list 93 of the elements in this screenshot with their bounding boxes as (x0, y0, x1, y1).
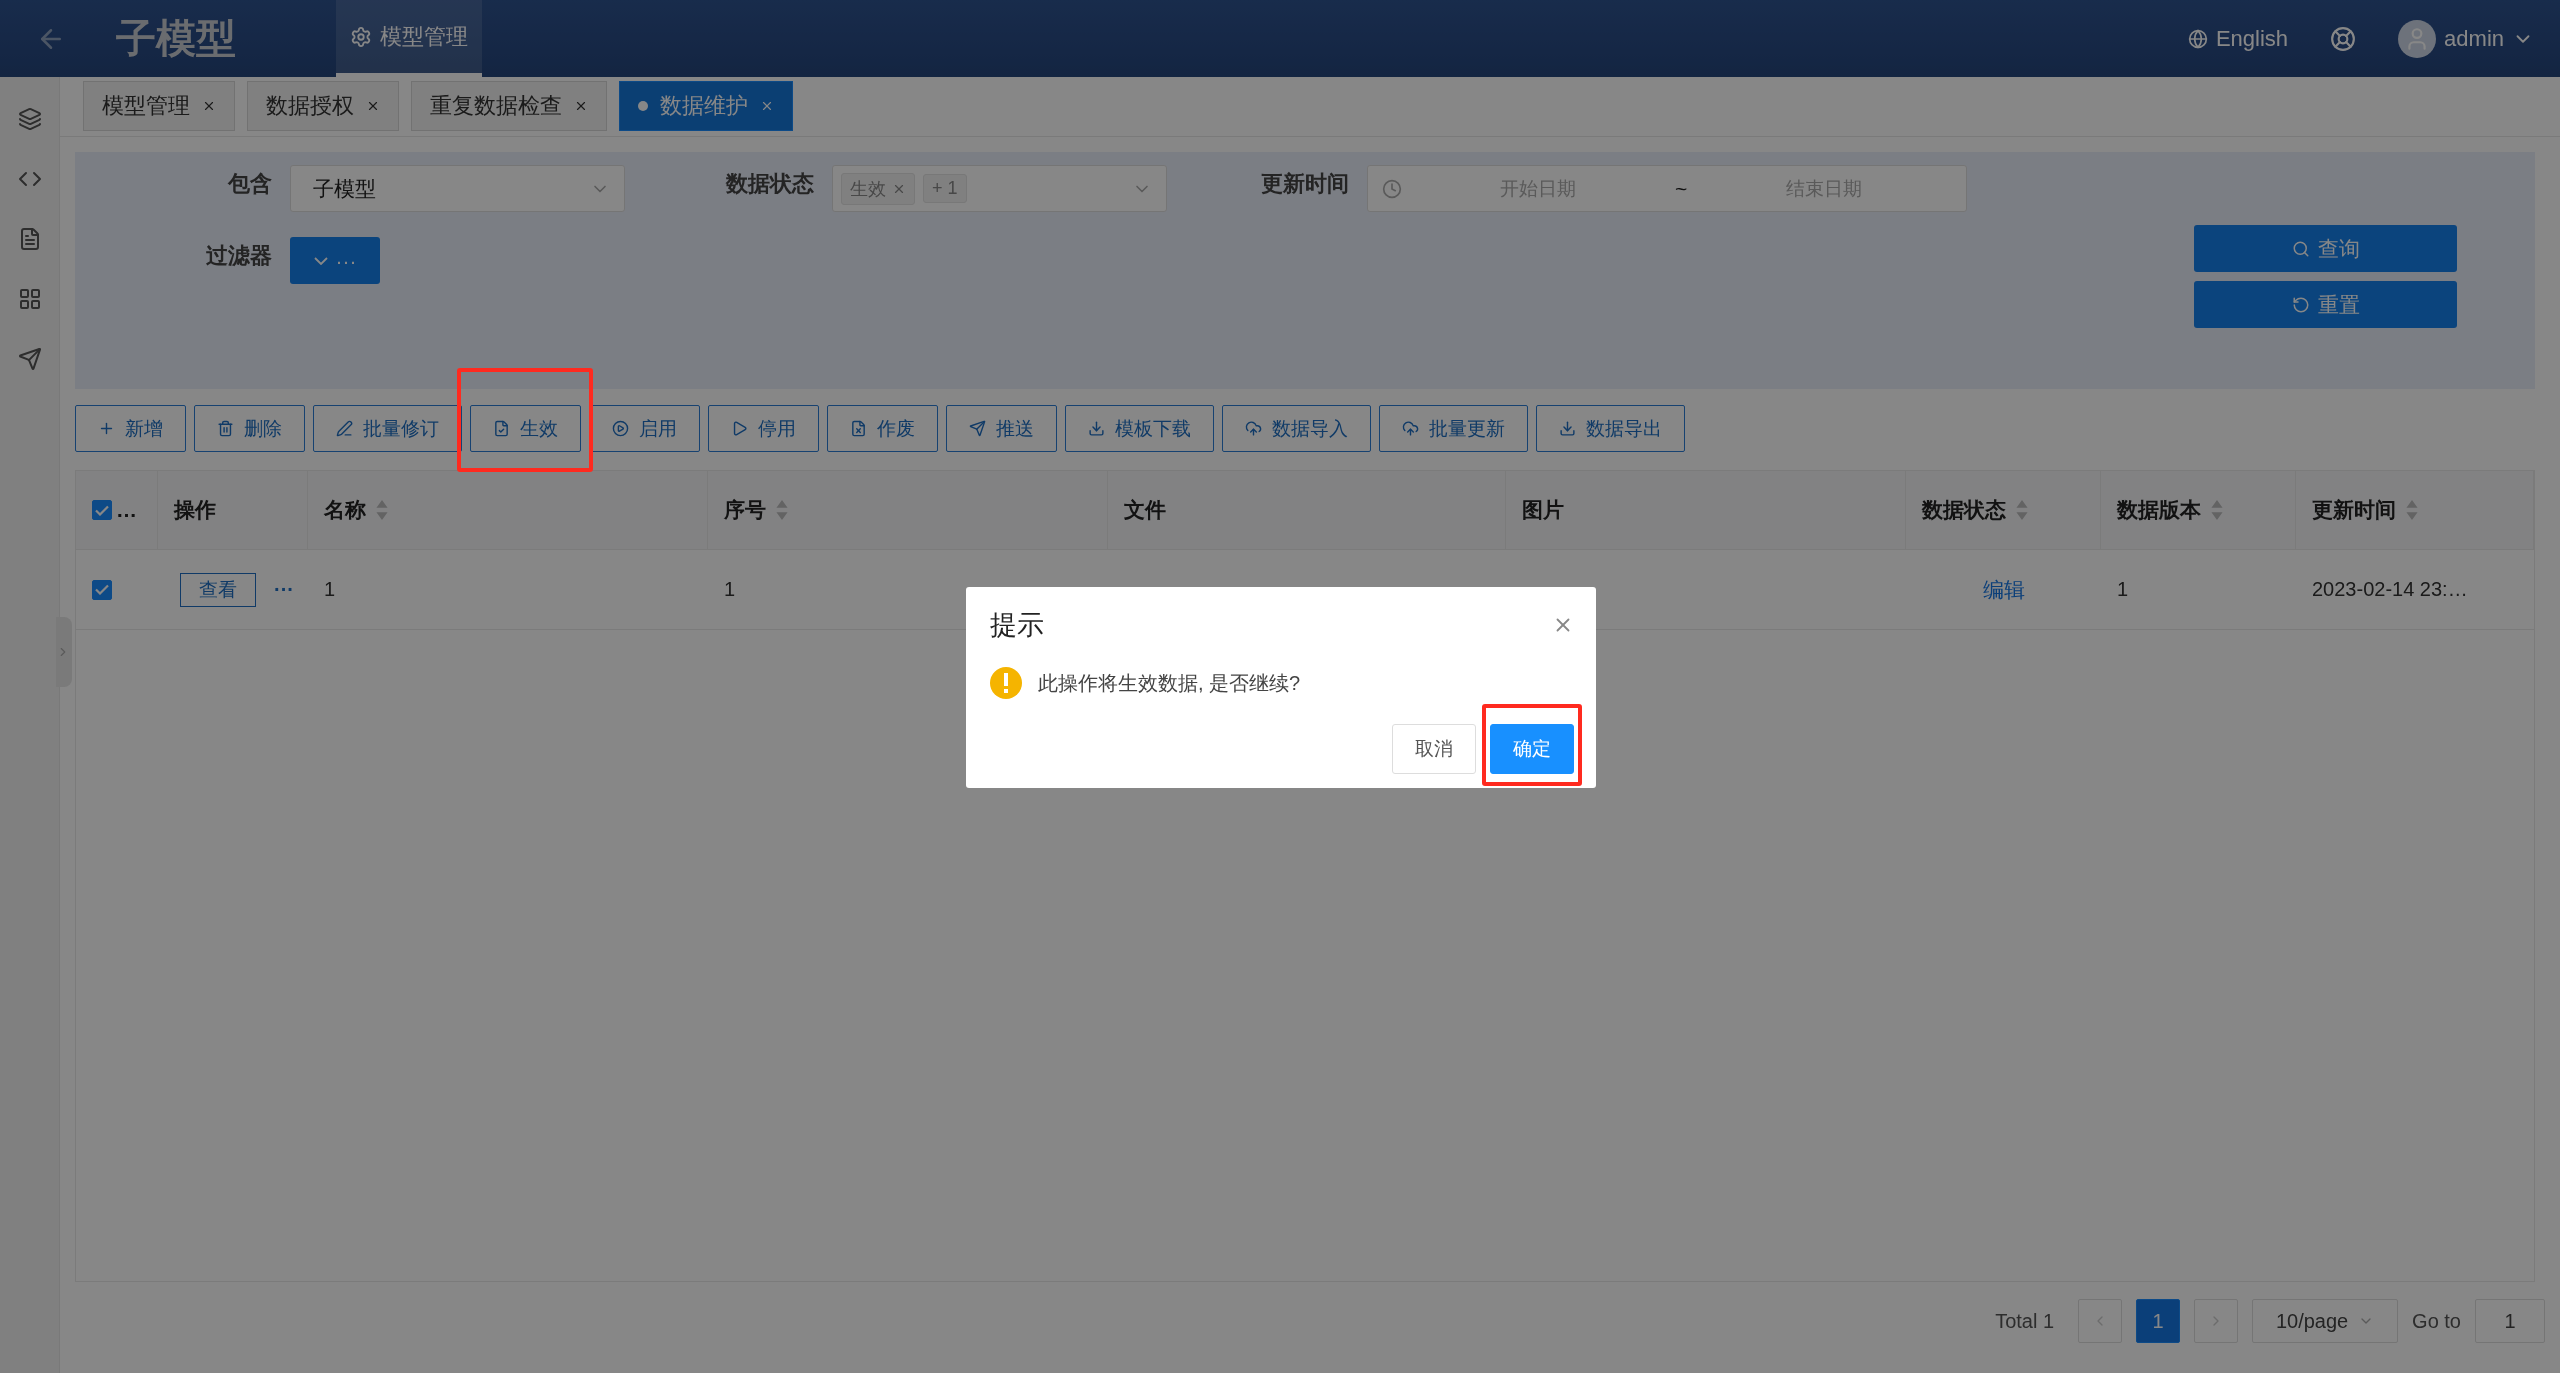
toolbar-button[interactable]: 批量更新 (1379, 405, 1528, 452)
help-icon[interactable] (2330, 25, 2357, 52)
close-icon[interactable] (202, 99, 216, 113)
sort-icon[interactable] (2016, 500, 2028, 520)
globe-icon (2187, 28, 2208, 49)
toolbar-button[interactable]: 新增 (75, 405, 186, 452)
filter-button[interactable]: ··· (290, 237, 380, 284)
tool-icon (98, 420, 115, 437)
confirm-button[interactable]: 确定 (1490, 724, 1574, 774)
search-button[interactable]: 查询 (2194, 225, 2457, 272)
active-dot (638, 101, 648, 111)
toolbar-button[interactable]: 数据导入 (1222, 405, 1371, 452)
search-icon (2291, 239, 2310, 258)
sidebar-icon[interactable] (17, 347, 42, 371)
more-button[interactable]: ··· (274, 578, 294, 601)
field-label: 过滤器 (205, 242, 273, 270)
column-header: 文件 (1108, 471, 1506, 550)
page-tab[interactable]: 数据维护 (619, 81, 793, 131)
page-tab[interactable]: 数据授权 (247, 81, 399, 131)
language-menu[interactable]: English (2181, 24, 2295, 53)
header-text: … (116, 498, 137, 522)
sort-icon[interactable] (2406, 500, 2418, 520)
column-header[interactable]: 名称 (308, 471, 708, 550)
prev-page-button[interactable] (2078, 1299, 2123, 1343)
toolbar-button[interactable]: 模板下载 (1065, 405, 1214, 452)
tool-icon (336, 420, 353, 437)
toolbar-button[interactable]: 删除 (194, 405, 305, 452)
page-button[interactable]: 1 (2136, 1299, 2181, 1343)
view-button[interactable]: 查看 (180, 572, 256, 607)
goto-field[interactable]: 1 (2475, 1299, 2545, 1343)
page-tab[interactable]: 模型管理 (83, 81, 235, 131)
tool-icon (1245, 420, 1262, 437)
include-select[interactable]: 子模型 (290, 165, 625, 212)
clock-icon (1382, 178, 1402, 199)
close-icon[interactable] (760, 99, 774, 113)
next-page-button[interactable] (2194, 1299, 2239, 1343)
gear-icon (350, 25, 372, 48)
dialog-message: 此操作将生效数据, 是否继续? (1038, 670, 1301, 696)
collapse-handle[interactable] (56, 617, 72, 687)
toolbar-button[interactable]: 作废 (827, 405, 938, 452)
chevron-icon (313, 256, 328, 265)
table-cell: 1 (724, 578, 736, 601)
toolbar-button[interactable]: 推送 (946, 405, 1057, 452)
tool-icon (731, 420, 748, 437)
dialog-title: 提示 (990, 609, 1044, 642)
more-tag: + 1 (923, 174, 967, 203)
tool-icon (969, 420, 986, 437)
reset-icon (2291, 295, 2310, 314)
goto-label: Go to (2412, 1309, 2461, 1333)
column-header: 图片 (1506, 471, 1906, 550)
close-icon[interactable] (574, 99, 588, 113)
sort-icon[interactable] (776, 500, 788, 520)
close-icon[interactable] (366, 99, 380, 113)
app-title: 子模型 (116, 15, 237, 62)
toolbar-button[interactable]: 数据导出 (1536, 405, 1685, 452)
page-size-select[interactable]: 10/page (2252, 1299, 2399, 1343)
page-tab[interactable]: 重复数据检查 (411, 81, 607, 131)
tool-icon (850, 420, 867, 437)
status-select[interactable]: 生效 + 1 (832, 165, 1167, 212)
column-header[interactable]: 数据版本 (2101, 471, 2296, 550)
reset-button[interactable]: 重置 (2194, 281, 2457, 328)
tool-icon (1088, 420, 1105, 437)
table-link[interactable]: 编辑 (1982, 575, 2025, 604)
total-count: Total 1 (1995, 1309, 2055, 1333)
avatar-icon (2398, 19, 2437, 58)
column-header[interactable]: 更新时间 (2296, 471, 2534, 550)
warning-icon (990, 667, 1022, 699)
sidebar-icon[interactable] (17, 287, 42, 311)
field-label: 包含 (226, 170, 273, 198)
table-cell: 1 (324, 578, 336, 601)
sort-icon[interactable] (376, 500, 388, 520)
tool-icon (493, 420, 510, 437)
tool-icon (217, 420, 234, 437)
user-menu[interactable]: admin (2392, 18, 2540, 59)
toolbar-button[interactable]: 停用 (708, 405, 819, 452)
field-label: 数据状态 (724, 170, 815, 198)
checkbox[interactable] (92, 579, 112, 600)
column-header[interactable]: 序号 (708, 471, 1108, 550)
checkbox[interactable] (92, 500, 112, 520)
cancel-button[interactable]: 取消 (1392, 724, 1476, 774)
column-header[interactable]: 数据状态 (1906, 471, 2101, 550)
table-cell: 2023-02-14 23:… (2312, 578, 2468, 601)
column-header: 操作 (158, 471, 308, 550)
toolbar-button[interactable]: 生效 (470, 405, 581, 452)
tool-icon (612, 420, 629, 437)
sidebar-icon[interactable] (17, 107, 42, 131)
status-tag: 生效 (841, 172, 915, 205)
field-label: 更新时间 (1260, 170, 1350, 198)
tool-icon (1559, 420, 1576, 437)
tool-icon (1402, 420, 1419, 437)
table-cell: 1 (2117, 578, 2129, 601)
toolbar-button[interactable]: 批量修订 (313, 405, 462, 452)
sort-icon[interactable] (2211, 500, 2223, 520)
